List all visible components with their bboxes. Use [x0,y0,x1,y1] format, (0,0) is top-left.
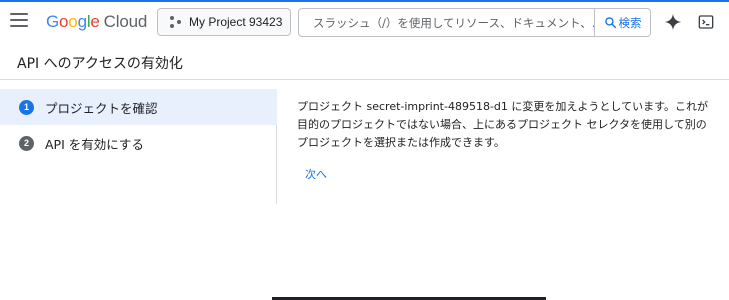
project-name: My Project 93423 [189,15,283,29]
cloud-shell-icon[interactable] [698,14,714,30]
stepper: 1 プロジェクトを確認 2 API を有効にする [0,89,277,204]
top-bar: GoogleCloud My Project 93423 検索 [0,0,729,42]
step-content: プロジェクト secret-imprint-489518-d1 に変更を加えよう… [297,98,712,152]
step-enable-api[interactable]: 2 API を有効にする [0,125,277,161]
search-button[interactable]: 検索 [594,9,650,36]
menu-icon[interactable] [10,13,28,29]
step-number: 2 [19,135,34,151]
search-input[interactable] [299,9,594,36]
search-button-label: 検索 [618,15,642,30]
page-header: API へのアクセスの有効化 [0,44,729,80]
google-cloud-logo[interactable]: Google Cloud [46,12,147,32]
step-confirm-project[interactable]: 1 プロジェクトを確認 [0,89,277,125]
logo-google-text: Google [46,12,100,31]
next-button[interactable]: 次へ [297,164,335,184]
search-bar: 検索 [298,8,651,37]
gemini-sparkle-icon[interactable] [664,13,682,31]
page-title: API へのアクセスの有効化 [17,56,183,72]
step-number: 1 [19,99,34,115]
logo-cloud-text: Cloud [103,12,148,31]
search-icon [604,17,616,29]
project-change-message: プロジェクト secret-imprint-489518-d1 に変更を加えよう… [297,100,708,149]
project-selector-button[interactable]: My Project 93423 [157,8,291,36]
step-label: プロジェクトを確認 [45,100,158,116]
step-label: API を有効にする [45,136,144,152]
project-dots-icon [170,16,182,28]
